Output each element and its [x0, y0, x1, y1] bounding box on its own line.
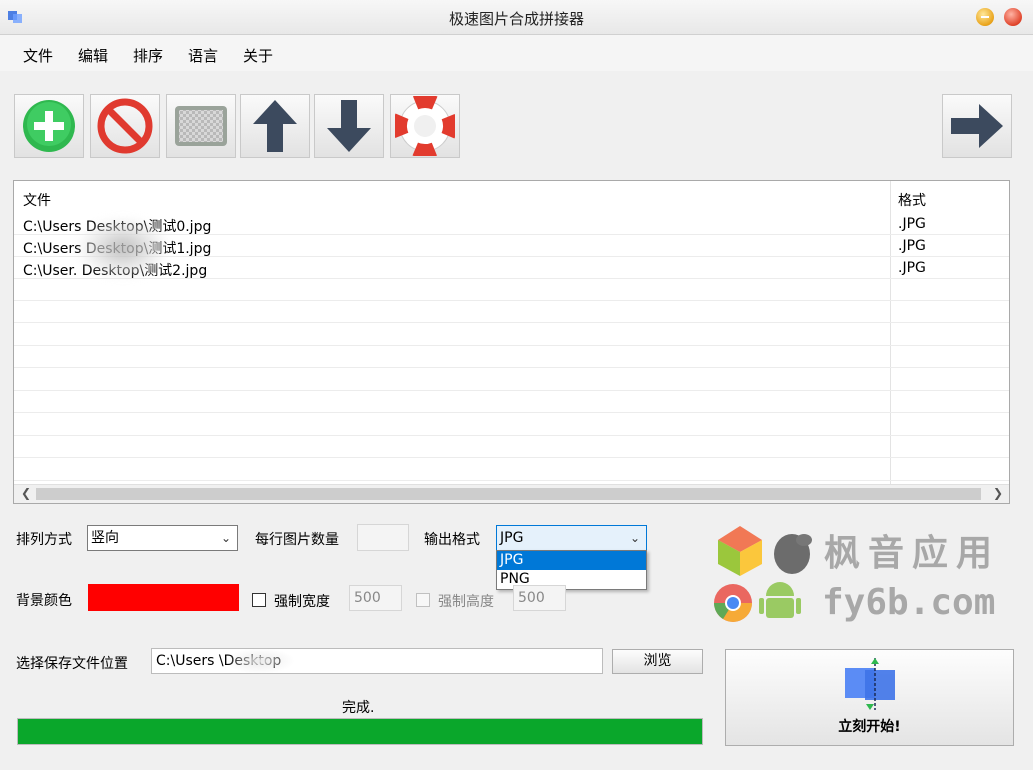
- progress-bar: [17, 718, 703, 745]
- force-height-checkbox[interactable]: [416, 593, 430, 607]
- horizontal-scrollbar[interactable]: ❮ ❯: [14, 484, 1009, 503]
- browse-button[interactable]: 浏览: [612, 649, 703, 674]
- penguin-logo-icon: [774, 534, 812, 574]
- title-bar: 极速图片合成拼接器: [0, 0, 1033, 35]
- list-header: 文件 格式: [14, 181, 1009, 213]
- menu-about[interactable]: 关于: [243, 45, 273, 66]
- per-row-label: 每行图片数量: [255, 532, 339, 548]
- column-header-format[interactable]: 格式: [898, 190, 926, 210]
- arrange-label: 排列方式: [16, 532, 72, 548]
- force-width-checkbox[interactable]: [252, 593, 266, 607]
- output-format-dropdown: JPG PNG: [496, 550, 647, 590]
- redacted-blur: [225, 648, 295, 674]
- save-path-input[interactable]: C:\Users \Desktop: [151, 648, 603, 674]
- empty-row: [14, 369, 1009, 391]
- empty-row: [14, 391, 1009, 413]
- bg-color-label: 背景颜色: [16, 593, 72, 609]
- force-height-input[interactable]: 500: [513, 585, 566, 611]
- empty-row: [14, 436, 1009, 458]
- menu-language[interactable]: 语言: [188, 45, 218, 66]
- option-jpg[interactable]: JPG: [497, 551, 646, 570]
- empty-row: [14, 301, 1009, 323]
- add-button[interactable]: [14, 94, 84, 158]
- column-header-file[interactable]: 文件: [23, 190, 51, 210]
- windows-logo-icon: [718, 526, 762, 576]
- status-text: 完成.: [342, 700, 375, 716]
- force-width-label: 强制宽度: [274, 594, 330, 610]
- watermark: 枫音应用 fy6b.com: [708, 520, 1018, 630]
- cell-format: .JPG: [898, 260, 926, 276]
- cell-format: .JPG: [898, 216, 926, 232]
- start-button[interactable]: 立刻开始!: [725, 649, 1014, 746]
- arrange-value: 竖向: [91, 530, 119, 546]
- scroll-left-icon[interactable]: ❮: [21, 486, 31, 500]
- next-button[interactable]: [942, 94, 1012, 158]
- watermark-url: fy6b.com: [822, 582, 996, 623]
- lifebuoy-icon: [395, 96, 455, 156]
- menu-sort[interactable]: 排序: [133, 45, 163, 66]
- empty-row: [14, 414, 1009, 436]
- menu-file[interactable]: 文件: [23, 45, 53, 66]
- chevron-down-icon: ⌄: [629, 531, 640, 545]
- move-down-button[interactable]: [314, 94, 384, 158]
- output-format-label: 输出格式: [424, 532, 480, 548]
- remove-icon: [97, 98, 153, 154]
- android-logo-icon: [759, 582, 801, 618]
- scroll-right-icon[interactable]: ❯: [993, 486, 1003, 500]
- move-up-icon: [253, 100, 297, 152]
- empty-row: [14, 459, 1009, 481]
- help-button[interactable]: [390, 94, 460, 158]
- minimize-button[interactable]: [976, 8, 994, 26]
- bg-color-swatch[interactable]: [88, 584, 239, 611]
- merge-images-icon: [845, 658, 895, 710]
- clear-icon: [175, 106, 227, 146]
- empty-row: [14, 346, 1009, 368]
- move-down-icon: [327, 100, 371, 152]
- close-button[interactable]: [1004, 8, 1022, 26]
- empty-row: [14, 324, 1009, 346]
- redacted-blur: [78, 218, 168, 278]
- cell-format: .JPG: [898, 238, 926, 254]
- clear-button[interactable]: [166, 94, 236, 158]
- remove-button[interactable]: [90, 94, 160, 158]
- move-up-button[interactable]: [240, 94, 310, 158]
- force-height-label: 强制高度: [438, 594, 494, 610]
- scrollbar-thumb[interactable]: [36, 488, 981, 500]
- watermark-title: 枫音应用: [824, 533, 1001, 574]
- empty-row: [14, 279, 1009, 301]
- minimize-icon: [981, 16, 989, 18]
- add-icon: [23, 100, 75, 152]
- menu-bar: 文件 编辑 排序 语言 关于: [0, 35, 1033, 71]
- save-location-label: 选择保存文件位置: [16, 656, 128, 672]
- arrow-right-icon: [951, 104, 1003, 148]
- window-title: 极速图片合成拼接器: [448, 10, 584, 28]
- output-format-select[interactable]: JPG ⌄: [496, 525, 647, 551]
- chevron-down-icon: ⌄: [220, 531, 231, 545]
- arrange-select[interactable]: 竖向 ⌄: [87, 525, 238, 551]
- per-row-input[interactable]: [357, 524, 409, 551]
- start-button-label: 立刻开始!: [838, 719, 901, 735]
- force-width-input[interactable]: 500: [349, 585, 402, 611]
- chrome-logo-icon: [714, 584, 752, 622]
- output-format-value: JPG: [500, 530, 524, 546]
- menu-edit[interactable]: 编辑: [78, 45, 108, 66]
